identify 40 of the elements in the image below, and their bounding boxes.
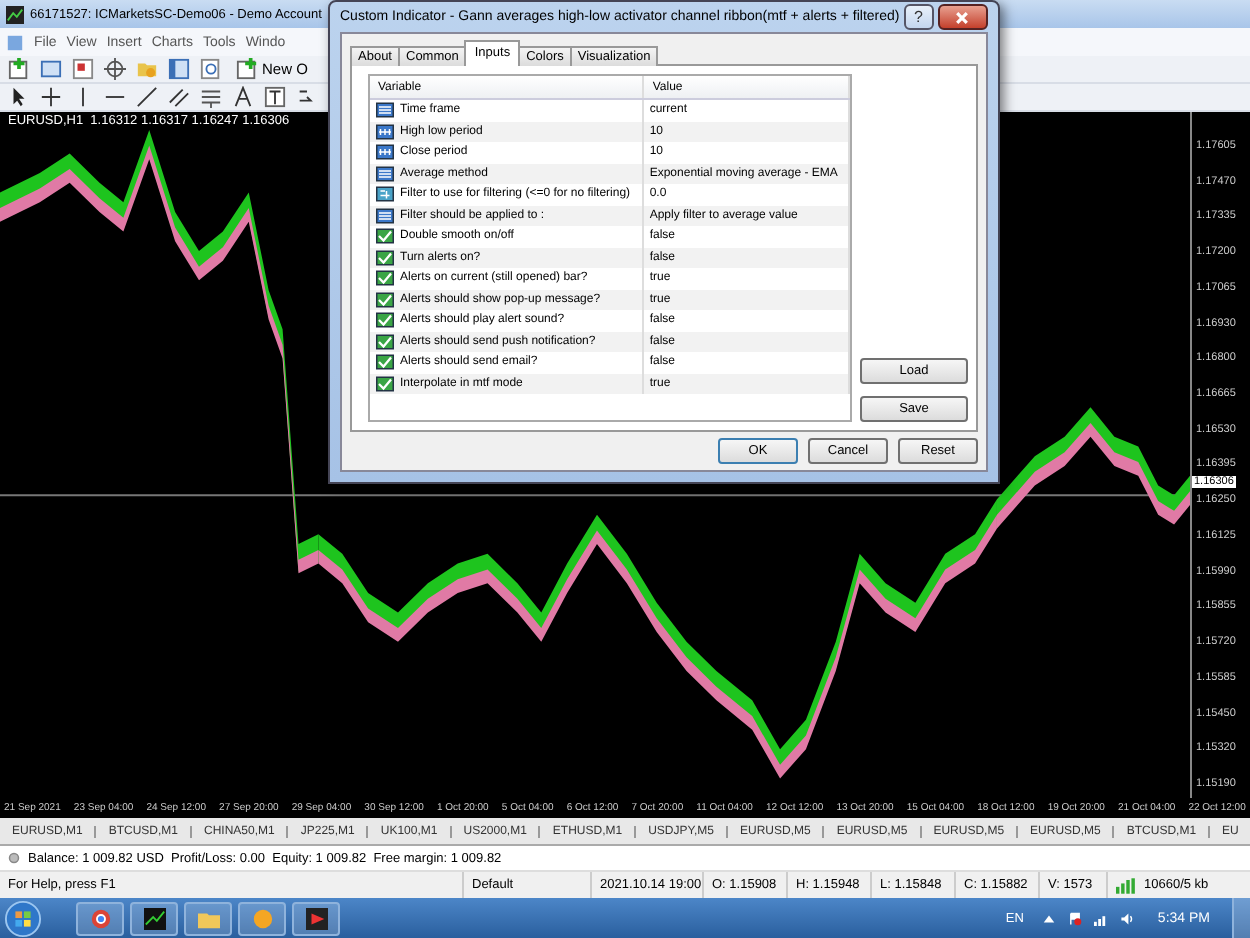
crosshair-icon[interactable] bbox=[104, 58, 126, 80]
crosshair-icon[interactable] bbox=[40, 86, 62, 108]
fibonacci-icon[interactable] bbox=[200, 86, 222, 108]
variable-icon bbox=[376, 144, 394, 161]
signal-bars-icon bbox=[1116, 877, 1140, 893]
checkmark-icon bbox=[376, 228, 394, 245]
text-tool-icon[interactable] bbox=[232, 86, 254, 108]
taskbar-app-button[interactable] bbox=[292, 901, 340, 935]
start-button[interactable] bbox=[4, 899, 42, 937]
variable-icon bbox=[376, 186, 394, 203]
close-icon bbox=[954, 9, 971, 25]
variable-icon bbox=[376, 207, 394, 224]
checkmark-icon bbox=[376, 312, 394, 329]
flag-icon[interactable] bbox=[1067, 911, 1082, 925]
checkmark-icon bbox=[376, 291, 394, 308]
window-icon[interactable] bbox=[168, 58, 190, 80]
browser-icon bbox=[89, 907, 111, 929]
cursor-icon[interactable] bbox=[8, 86, 30, 108]
close-button[interactable] bbox=[937, 4, 988, 30]
circle-icon bbox=[251, 907, 273, 929]
variable-icon bbox=[376, 165, 394, 182]
speaker-icon[interactable] bbox=[1119, 911, 1134, 925]
checkmark-icon bbox=[376, 354, 394, 371]
variable-icon bbox=[376, 123, 394, 140]
checkmark-icon bbox=[376, 375, 394, 392]
text-label-icon[interactable] bbox=[264, 86, 286, 108]
window-icon[interactable] bbox=[40, 58, 62, 80]
circle-icon bbox=[8, 852, 20, 864]
help-button[interactable]: ? bbox=[903, 4, 934, 30]
checkmark-icon bbox=[376, 270, 394, 287]
caret-up-icon[interactable] bbox=[1041, 911, 1056, 925]
trendline-icon[interactable] bbox=[136, 86, 158, 108]
checkmark-icon bbox=[376, 333, 394, 350]
checkmark-icon bbox=[376, 249, 394, 266]
taskbar-app-button[interactable] bbox=[130, 901, 178, 935]
variable-icon bbox=[376, 102, 394, 119]
play-icon bbox=[305, 907, 327, 929]
signal-bars-icon[interactable] bbox=[1093, 911, 1108, 925]
new-chart-icon[interactable] bbox=[8, 58, 30, 80]
chart-icon bbox=[143, 907, 165, 929]
